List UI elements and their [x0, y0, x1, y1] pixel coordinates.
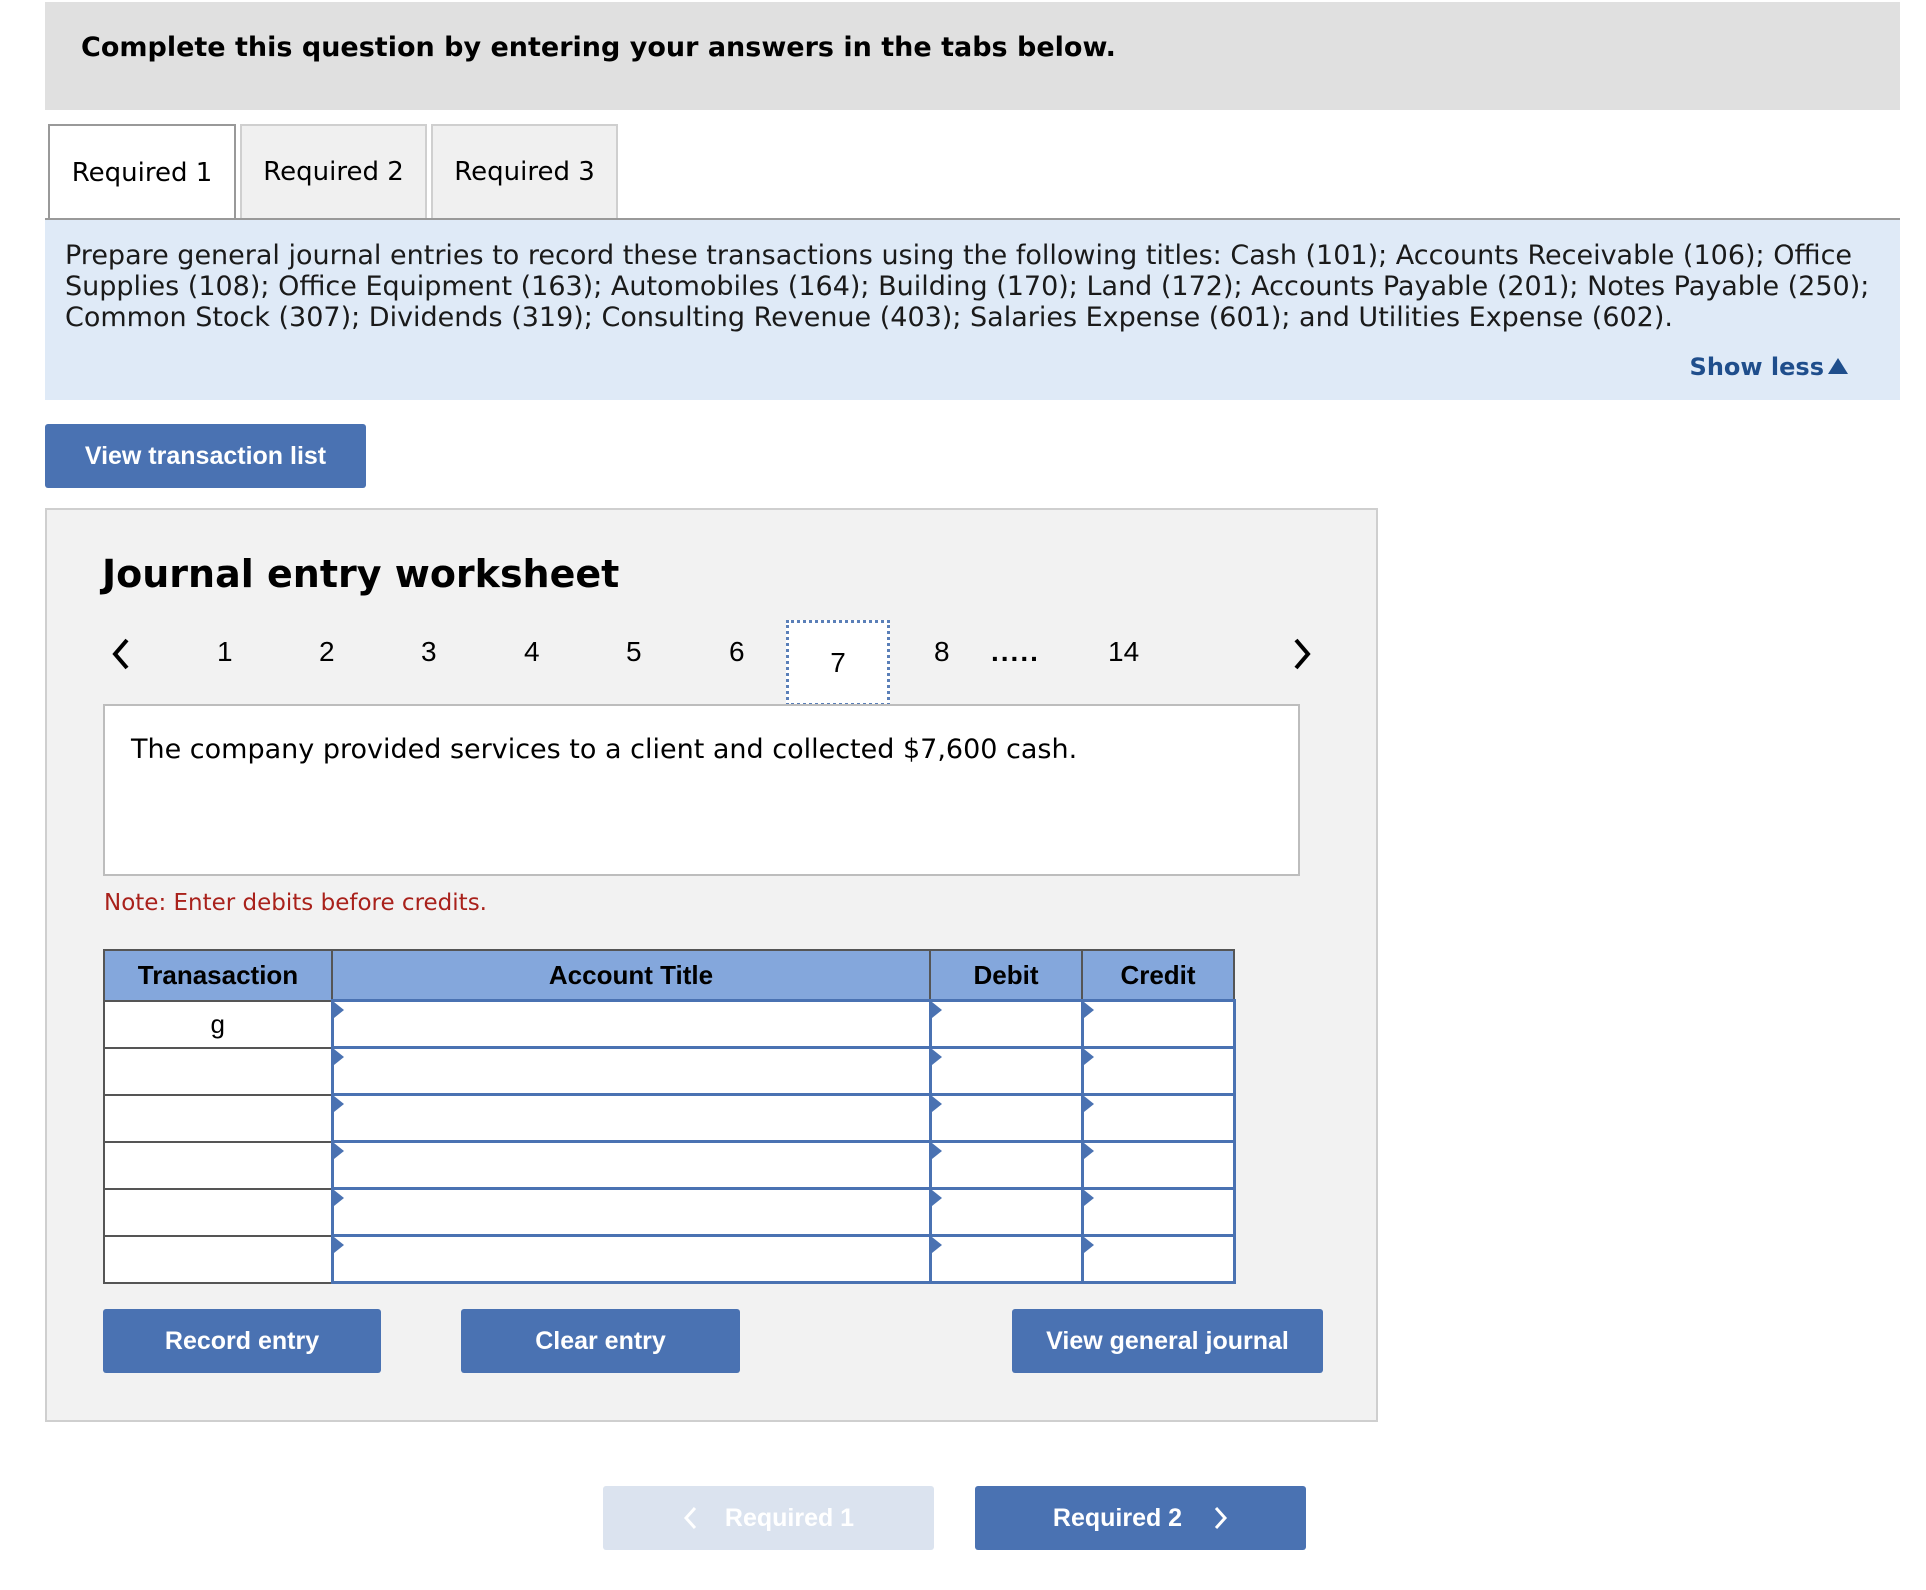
table-row	[103, 1187, 1236, 1237]
credit-input[interactable]	[1080, 1140, 1236, 1190]
col-credit-header: Credit	[1081, 949, 1235, 1002]
transaction-cell	[103, 1140, 333, 1190]
table-row	[103, 1093, 1236, 1143]
instructions-panel: Prepare general journal entries to recor…	[45, 220, 1900, 400]
page-7-current[interactable]: 7	[786, 620, 890, 706]
clear-entry-button[interactable]: Clear entry	[461, 1309, 740, 1373]
table-row	[103, 1234, 1236, 1284]
chevron-right-icon[interactable]	[1290, 634, 1314, 674]
view-general-journal-button[interactable]: View general journal	[1012, 1309, 1323, 1373]
page-5[interactable]: 5	[626, 636, 642, 668]
debits-note: Note: Enter debits before credits.	[104, 890, 487, 916]
tab-required-2[interactable]: Required 2	[240, 124, 427, 218]
chevron-right-icon	[1214, 1506, 1228, 1530]
account-title-input[interactable]	[330, 1234, 932, 1284]
account-title-input[interactable]	[330, 999, 932, 1049]
credit-input[interactable]	[1080, 999, 1236, 1049]
page-8[interactable]: 8	[934, 636, 950, 668]
show-less-label: Show less	[1689, 353, 1824, 381]
transaction-cell: g	[103, 999, 333, 1049]
credit-input[interactable]	[1080, 1046, 1236, 1096]
table-row	[103, 1046, 1236, 1096]
page-4[interactable]: 4	[524, 636, 540, 668]
page-3[interactable]: 3	[421, 636, 437, 668]
debit-input[interactable]	[928, 999, 1084, 1049]
account-title-input[interactable]	[330, 1093, 932, 1143]
credit-input[interactable]	[1080, 1234, 1236, 1284]
page-14[interactable]: 14	[1108, 636, 1139, 668]
next-required-label: Required 2	[1052, 1503, 1183, 1532]
header-instruction: Complete this question by entering your …	[81, 32, 1116, 63]
transaction-description: The company provided services to a clien…	[131, 734, 1078, 765]
credit-input[interactable]	[1080, 1187, 1236, 1237]
transaction-cell	[103, 1234, 333, 1284]
journal-entry-table: Tranasaction Account Title Debit Credit …	[103, 949, 1236, 1284]
instructions-text: Prepare general journal entries to recor…	[65, 240, 1870, 333]
transaction-cell	[103, 1187, 333, 1237]
question-header: Complete this question by entering your …	[45, 2, 1900, 110]
account-title-input[interactable]	[330, 1046, 932, 1096]
transaction-description-box: The company provided services to a clien…	[103, 704, 1300, 876]
debit-input[interactable]	[928, 1093, 1084, 1143]
page-2[interactable]: 2	[319, 636, 335, 668]
chevron-left-icon	[683, 1506, 697, 1530]
debit-input[interactable]	[928, 1187, 1084, 1237]
record-entry-button[interactable]: Record entry	[103, 1309, 381, 1373]
col-debit-header: Debit	[929, 949, 1083, 1002]
account-title-input[interactable]	[330, 1140, 932, 1190]
col-account-title-header: Account Title	[331, 949, 931, 1002]
table-row	[103, 1140, 1236, 1190]
page-ellipsis: .....	[991, 636, 1040, 667]
page-1[interactable]: 1	[217, 636, 233, 668]
transaction-cell	[103, 1093, 333, 1143]
view-transaction-list-button[interactable]: View transaction list	[45, 424, 366, 488]
chevron-left-icon[interactable]	[109, 634, 133, 674]
transaction-cell	[103, 1046, 333, 1096]
journal-entry-worksheet: Journal entry worksheet 1 2 3 4 5 6 7 8 …	[45, 508, 1378, 1422]
prev-required-label: Required 1	[724, 1503, 855, 1532]
tab-required-1[interactable]: Required 1	[48, 124, 236, 220]
show-less-toggle[interactable]: Show less	[1690, 353, 1848, 381]
col-transaction-header: Tranasaction	[103, 949, 333, 1002]
prev-required-button: Required 1	[603, 1486, 934, 1550]
worksheet-title: Journal entry worksheet	[102, 552, 620, 596]
debit-input[interactable]	[928, 1234, 1084, 1284]
triangle-up-icon	[1828, 358, 1848, 374]
table-row: g	[103, 999, 1236, 1049]
debit-input[interactable]	[928, 1140, 1084, 1190]
page-6[interactable]: 6	[729, 636, 745, 668]
account-title-input[interactable]	[330, 1187, 932, 1237]
debit-input[interactable]	[928, 1046, 1084, 1096]
credit-input[interactable]	[1080, 1093, 1236, 1143]
tab-required-3[interactable]: Required 3	[431, 124, 618, 218]
next-required-button[interactable]: Required 2	[975, 1486, 1306, 1550]
table-header-row: Tranasaction Account Title Debit Credit	[103, 949, 1235, 1002]
